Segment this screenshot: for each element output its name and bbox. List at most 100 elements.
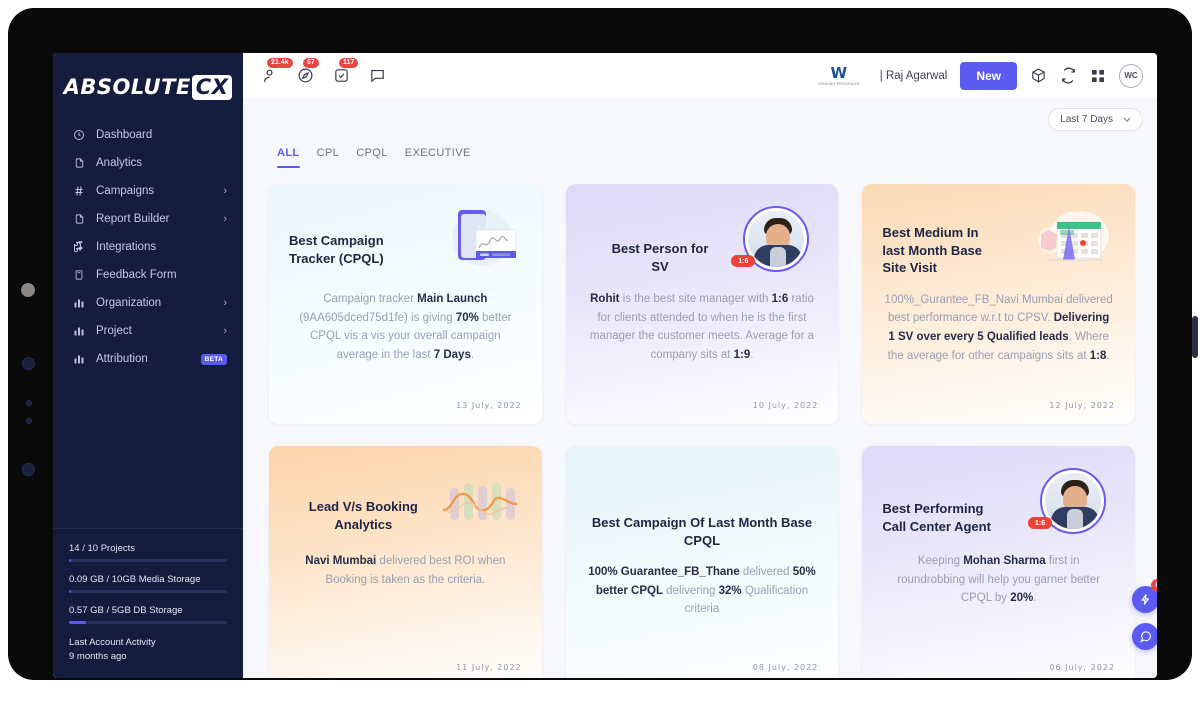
device-frame: ABSOLUTECX Dashboard Analytics <box>8 8 1192 680</box>
storage-bar-media <box>69 590 227 593</box>
card-body: Keeping Mohan Sharma first in roundrobbi… <box>882 552 1115 608</box>
ratio-badge: 1:6 <box>1028 517 1052 529</box>
avatar[interactable]: WC <box>1119 64 1143 88</box>
sidebar-item-label: Dashboard <box>96 129 227 141</box>
last-activity-title: Last Account Activity <box>69 636 227 650</box>
sidebar-item-label: Report Builder <box>96 213 223 225</box>
card-title: Lead V/s BookingAnalytics <box>289 464 438 533</box>
bar-chart-icon <box>71 353 87 365</box>
bezel-button-bottom[interactable] <box>22 463 35 476</box>
main-area: 21.4k 67 117 W <box>243 53 1157 678</box>
box-icon[interactable] <box>1030 67 1047 84</box>
sidebar-item-integrations[interactable]: Integrations <box>53 233 243 261</box>
app-screen: ABSOLUTECX Dashboard Analytics <box>53 53 1157 678</box>
storage-label-projects: 14 / 10 Projects <box>69 543 227 554</box>
activity-fab-badge: 0 <box>1151 579 1157 592</box>
chevron-right-icon: › <box>223 185 227 197</box>
compass-icon[interactable]: 67 <box>295 66 315 86</box>
sidebar-item-organization[interactable]: Organization › <box>53 289 243 317</box>
chat-icon[interactable] <box>367 66 387 86</box>
chevron-down-icon <box>1123 115 1131 124</box>
bezel-dot-camera <box>21 283 35 297</box>
form-icon <box>71 269 87 281</box>
card-date: 12 July, 2022 <box>1049 401 1115 410</box>
avatar-illustration: 1:6 <box>1031 464 1115 538</box>
task-count-badge: 117 <box>339 58 358 68</box>
card-best-campaign-last-month-cpql[interactable]: Best Campaign Of Last Month BaseCPQL 100… <box>566 446 839 678</box>
compass-count-badge: 67 <box>303 58 319 68</box>
tab-bar: ALL CPL CPQL EXECUTIVE <box>257 131 1143 168</box>
new-button[interactable]: New <box>960 62 1017 90</box>
bezel-button-mid-a[interactable] <box>26 400 32 406</box>
sidebar-item-label: Analytics <box>96 157 227 169</box>
card-date: 08 July, 2022 <box>753 663 819 672</box>
card-body: Rohit is the best site manager with 1:6 … <box>586 290 819 365</box>
sidebar-item-attribution[interactable]: Attribution BETA <box>53 345 243 373</box>
chevron-right-icon: › <box>223 297 227 309</box>
sidebar-item-report-builder[interactable]: Report Builder › <box>53 205 243 233</box>
card-title: Best Person forSV <box>586 202 735 275</box>
card-body: Navi Mumbai delivered best ROI when Book… <box>289 552 522 589</box>
activity-fab[interactable]: 0 <box>1132 586 1157 613</box>
task-check-icon[interactable]: 117 <box>331 66 351 86</box>
bezel-button-top[interactable] <box>22 357 35 370</box>
ratio-badge: 1:6 <box>731 255 755 267</box>
chat-fab[interactable] <box>1132 623 1157 650</box>
storage-label-media: 0.09 GB / 10GB Media Storage <box>69 574 227 585</box>
document-icon <box>71 213 87 225</box>
card-best-medium-site-visit[interactable]: Best Medium Inlast Month BaseSite Visit <box>862 184 1135 424</box>
card-best-performing-call-center-agent[interactable]: Best PerformingCall Center Agent 1:6 <box>862 446 1135 678</box>
tab-cpl[interactable]: CPL <box>317 147 340 168</box>
logo-main-text: ABSOLUTE <box>64 75 191 99</box>
card-title: Best PerformingCall Center Agent <box>882 464 1031 535</box>
storage-bar-db <box>69 621 227 624</box>
document-icon <box>71 157 87 169</box>
sidebar: ABSOLUTECX Dashboard Analytics <box>53 53 243 678</box>
sidebar-item-label: Organization <box>96 297 223 309</box>
sidebar-item-dashboard[interactable]: Dashboard <box>53 121 243 149</box>
calendar-map-illustration <box>1031 202 1115 276</box>
date-range-value: Last 7 Days <box>1060 114 1113 125</box>
card-title: Best CampaignTracker (CPQL) <box>289 202 438 267</box>
card-title: Best Campaign Of Last Month BaseCPQL <box>586 464 819 549</box>
logo-accent-text: CX <box>192 75 233 100</box>
bar-chart-icon <box>71 297 87 309</box>
app-logo[interactable]: ABSOLUTECX <box>53 53 243 115</box>
card-body: 100%_Gurantee_FB_Navi Mumbai delivered b… <box>882 291 1115 366</box>
card-body: Campaign tracker Main Launch (9AA605dced… <box>289 290 522 365</box>
card-best-person-for-sv[interactable]: Best Person forSV 1:6 <box>566 184 839 424</box>
sidebar-item-feedback-form[interactable]: Feedback Form <box>53 261 243 289</box>
tab-executive[interactable]: EXECUTIVE <box>405 147 471 168</box>
card-best-campaign-tracker-cpql[interactable]: Best CampaignTracker (CPQL) <box>269 184 542 424</box>
card-date: 10 July, 2022 <box>753 401 819 410</box>
sidebar-item-analytics[interactable]: Analytics <box>53 149 243 177</box>
command-icon <box>71 241 87 253</box>
card-body: 100% Guarantee_FB_Thane delivered 50% be… <box>586 563 819 619</box>
brand-subtitle: WINNING PROGRAMS <box>818 82 859 86</box>
tab-cpql[interactable]: CPQL <box>356 147 388 168</box>
storage-bar-projects <box>69 559 227 562</box>
date-range-dropdown[interactable]: Last 7 Days <box>1048 108 1143 131</box>
card-date: 06 July, 2022 <box>1049 663 1115 672</box>
insight-card-grid: Best CampaignTracker (CPQL) <box>257 168 1143 678</box>
storage-panel: 14 / 10 Projects 0.09 GB / 10GB Media St… <box>53 528 243 678</box>
sidebar-item-campaigns[interactable]: Campaigns › <box>53 177 243 205</box>
sidebar-item-label: Attribution <box>96 353 194 365</box>
card-date: 13 July, 2022 <box>456 401 522 410</box>
user-icon[interactable]: 21.4k <box>259 66 279 86</box>
sidebar-item-project[interactable]: Project › <box>53 317 243 345</box>
top-bar: 21.4k 67 117 W <box>243 53 1157 98</box>
content-area: Last 7 Days ALL CPL CPQL EXECUTIVE <box>243 98 1157 678</box>
grid-icon[interactable] <box>1090 68 1106 84</box>
bezel-button-mid-b[interactable] <box>26 418 32 424</box>
brand-logo: W WINNING PROGRAMS <box>811 66 867 86</box>
sidebar-item-label: Integrations <box>96 241 227 253</box>
storage-label-db: 0.57 GB / 5GB DB Storage <box>69 605 227 616</box>
bezel-dot-right <box>1192 316 1198 358</box>
phone-chart-illustration <box>438 202 522 276</box>
refresh-icon[interactable] <box>1060 67 1077 84</box>
chevron-right-icon: › <box>223 325 227 337</box>
card-lead-vs-booking-analytics[interactable]: Lead V/s BookingAnalytics <box>269 446 542 678</box>
avatar-illustration: 1:6 <box>734 202 818 276</box>
tab-all[interactable]: ALL <box>277 147 300 168</box>
